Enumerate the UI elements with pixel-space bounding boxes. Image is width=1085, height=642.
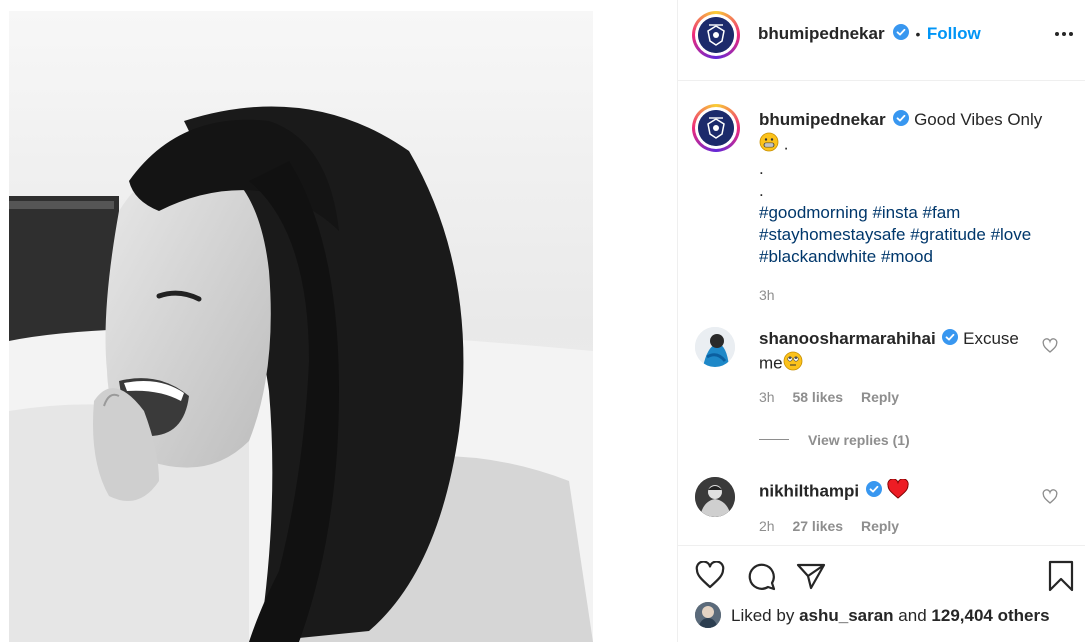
comment-username[interactable]: nikhilthampi xyxy=(759,481,859,500)
comment-body: nikhilthampi xyxy=(759,478,909,505)
liked-by-and: and xyxy=(898,606,927,625)
comment-username[interactable]: shanoosharmarahihai xyxy=(759,329,936,348)
hashtag-link[interactable]: #love xyxy=(991,225,1032,244)
comment-likes[interactable]: 27 likes xyxy=(792,518,843,534)
hashtag-link[interactable]: #gratitude xyxy=(910,225,986,244)
caption-dot-line-2: . xyxy=(759,180,764,200)
post-photo[interactable] xyxy=(9,11,593,642)
liked-by-line: Liked by ashu_saran and 129,404 others xyxy=(731,606,1050,626)
comment-timestamp[interactable]: 3h xyxy=(759,389,775,405)
comment-text: Excuse xyxy=(963,329,1019,348)
comment-reply-button[interactable]: Reply xyxy=(861,389,899,405)
comment-meta: 2h 27 likes Reply xyxy=(759,518,899,534)
eye-roll-emoji-icon xyxy=(783,351,803,377)
header-separator: • xyxy=(915,26,921,42)
comment-meta: 3h 58 likes Reply xyxy=(759,389,899,405)
more-options-icon[interactable] xyxy=(1052,26,1076,42)
hashtag-link[interactable]: #mood xyxy=(881,247,933,266)
post-media xyxy=(0,0,677,642)
commenter-avatar[interactable] xyxy=(695,477,735,517)
actions-divider xyxy=(678,545,1085,546)
hashtag-link[interactable]: #fam xyxy=(923,203,961,222)
follow-button[interactable]: Follow xyxy=(927,24,981,43)
comment-body: shanoosharmarahihai Excuse me xyxy=(759,328,1039,377)
liked-by-prefix: Liked by xyxy=(731,606,795,625)
caption-emoji-trail: . xyxy=(783,134,789,153)
comment-like-heart-icon[interactable] xyxy=(1042,489,1058,505)
view-replies-line xyxy=(759,439,789,440)
post-photo-image xyxy=(9,11,593,642)
caption-dot-line-1: . xyxy=(759,158,764,178)
commenter-avatar[interactable] xyxy=(695,327,735,367)
police-logo-icon xyxy=(698,110,734,146)
police-logo-icon xyxy=(698,17,734,53)
red-heart-emoji-icon xyxy=(886,478,909,505)
liker-avatar[interactable] xyxy=(695,602,721,628)
comment-likes[interactable]: 58 likes xyxy=(792,389,843,405)
comment-timestamp[interactable]: 2h xyxy=(759,518,775,534)
verified-badge-icon xyxy=(942,328,959,351)
liked-by-user[interactable]: ashu_saran xyxy=(799,606,894,625)
comment-like-heart-icon[interactable] xyxy=(1042,338,1058,354)
view-replies-button[interactable]: View replies (1) xyxy=(808,432,910,448)
header-avatar[interactable] xyxy=(692,11,742,61)
share-send-icon[interactable] xyxy=(796,562,826,590)
liked-by-count[interactable]: 129,404 others xyxy=(931,606,1049,625)
verified-badge-icon xyxy=(865,481,882,503)
post-side-panel: bhumipednekar • Follow bhumipednekar Goo… xyxy=(678,0,1085,642)
header-divider xyxy=(678,80,1085,81)
caption-avatar[interactable] xyxy=(692,104,742,154)
comment-text-cont: me xyxy=(759,353,783,372)
header-username[interactable]: bhumipednekar xyxy=(758,24,885,43)
caption-text: Good Vibes Only xyxy=(914,110,1043,129)
save-bookmark-icon[interactable] xyxy=(1047,560,1075,592)
caption-body: bhumipednekar Good Vibes Only . . . #goo… xyxy=(759,109,1069,306)
caption-username[interactable]: bhumipednekar xyxy=(759,110,886,129)
grinning-emoji-icon xyxy=(759,132,779,158)
caption-timestamp[interactable]: 3h xyxy=(759,284,1069,306)
hashtag-link[interactable]: #stayhomestaysafe xyxy=(759,225,905,244)
verified-badge-icon xyxy=(893,24,910,45)
hashtag-link[interactable]: #goodmorning xyxy=(759,203,868,222)
comment-reply-button[interactable]: Reply xyxy=(861,518,899,534)
hashtag-link[interactable]: #insta xyxy=(872,203,917,222)
like-heart-icon[interactable] xyxy=(695,560,725,589)
comment-bubble-icon[interactable] xyxy=(746,561,776,591)
hashtag-link[interactable]: #blackandwhite xyxy=(759,247,876,266)
verified-badge-icon xyxy=(893,109,910,132)
